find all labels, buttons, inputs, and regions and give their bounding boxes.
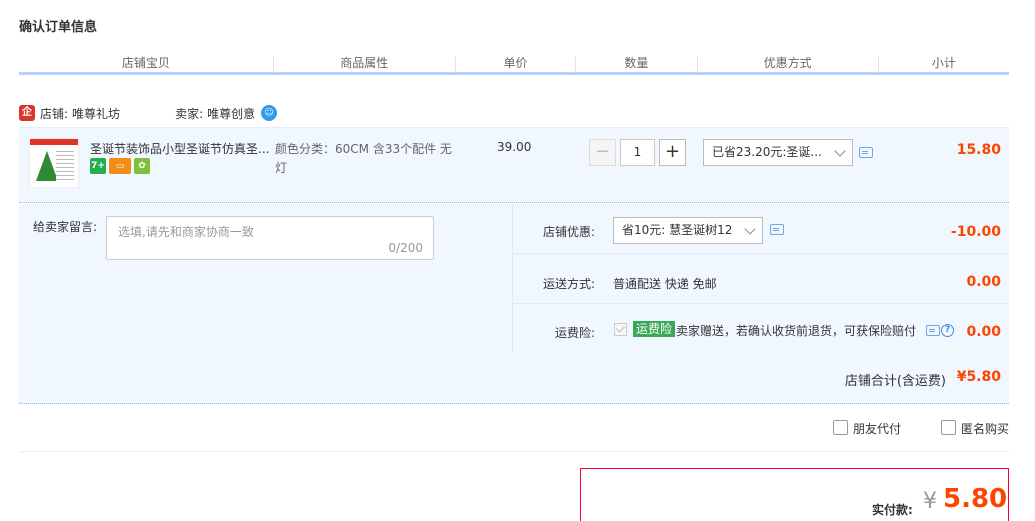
shop-total-label: 店铺合计(含运费) (844, 374, 946, 389)
anonymous-purchase-checkbox[interactable] (941, 420, 956, 435)
message-char-counter: 0/200 (388, 241, 423, 255)
shipping-row: 运送方式: 普通配送 快递 免邮 0.00 (513, 254, 1009, 304)
shipping-insurance-description: 卖家赠送，若确认收货前退货，可获保险赔付 (676, 324, 917, 338)
column-header-unit-price: 单价 (503, 56, 528, 70)
product-title-link[interactable]: 圣诞节装饰品小型圣诞节仿真圣... (90, 140, 270, 157)
order-extras-row: 朋友代付 匿名购买 (19, 405, 1009, 452)
comment-icon[interactable] (926, 325, 940, 336)
shipping-insurance-label: 运费险: (554, 326, 595, 340)
quantity-input[interactable]: 1 (620, 139, 655, 166)
consumer-protection-icon[interactable]: ✿ (134, 158, 150, 174)
unit-price: 39.00 (497, 140, 532, 154)
thumbnail-text-lines (56, 151, 74, 181)
shipping-insurance-fee: 0.00 (966, 324, 1001, 340)
order-table-header: 店铺宝贝 商品属性 单价 数量 优惠方式 小计 (19, 53, 1009, 75)
shop-coupon-select[interactable]: 省10元: 慧圣诞树12 (613, 217, 763, 244)
service-badges: 7+ ▭ ✿ (90, 158, 150, 174)
shipping-insurance-checkbox[interactable] (614, 323, 627, 336)
shipping-insurance-tag: 运费险 (633, 321, 676, 337)
payment-summary-box: 实付款: ¥ 5.80 (580, 468, 1009, 521)
actual-payment-label: 实付款: (872, 503, 913, 517)
promotion-select[interactable]: 已省23.20元:圣诞... (703, 139, 853, 166)
seller-message-label: 给卖家留言: (33, 220, 98, 234)
column-header-subtotal: 小计 (931, 56, 956, 70)
column-header-shop-item: 店铺宝贝 (121, 56, 170, 70)
item-subtotal: 15.80 (956, 142, 1001, 158)
shipping-insurance-row: 运费险: 运费险 卖家赠送，若确认收货前退货，可获保险赔付 ? 0.00 (513, 304, 1009, 352)
quantity-decrease-button[interactable]: − (589, 139, 616, 166)
shop-label: 店铺: (40, 106, 69, 121)
shop-coupon-label: 店铺优惠: (542, 225, 595, 239)
seller-message-placeholder: 选填,请先和商家协商一致 (118, 225, 254, 239)
page-title: 确认订单信息 (19, 20, 98, 35)
shipping-method: 普通配送 快递 免邮 (613, 277, 717, 291)
comment-icon[interactable] (770, 224, 784, 235)
seller-message-section: 给卖家留言: 选填,请先和商家协商一致 0/200 (19, 204, 513, 352)
shop-coupon-amount: -10.00 (950, 224, 1001, 240)
shop-name-link[interactable]: 唯尊礼坊 (72, 105, 120, 122)
anonymous-purchase-label[interactable]: 匿名购买 (961, 420, 1009, 437)
promotion-selected-value: 已省23.20元:圣诞... (712, 145, 822, 159)
christmas-tree-image (36, 151, 58, 181)
friend-pay-checkbox[interactable] (833, 420, 848, 435)
comment-icon[interactable] (859, 147, 873, 158)
seller-name-link[interactable]: 唯尊创意 (207, 105, 255, 122)
seller-label: 卖家: (175, 106, 204, 121)
chevron-down-icon (834, 145, 846, 157)
order-item-row: 圣诞节装饰品小型圣诞节仿真圣... 7+ ▭ ✿ 颜色分类：60CM 含33个配… (19, 127, 1009, 203)
wangwang-icon[interactable]: ☺ (261, 105, 278, 121)
shop-icon: 企 (19, 105, 35, 121)
product-attributes: 颜色分类：60CM 含33个配件 无灯 (275, 142, 452, 175)
shop-coupon-row: 店铺优惠: 省10元: 慧圣诞树12 -10.00 (513, 204, 1009, 254)
help-icon[interactable]: ? (941, 324, 954, 337)
actual-payment-amount: 5.80 (943, 484, 1008, 514)
column-header-quantity: 数量 (624, 56, 649, 70)
shop-total-row: 店铺合计(含运费) ¥5.80 (19, 352, 1009, 404)
order-options-panel: 给卖家留言: 选填,请先和商家协商一致 0/200 店铺优惠: 省10元: 慧圣… (19, 204, 1009, 352)
friend-pay-label[interactable]: 朋友代付 (853, 420, 901, 437)
shop-info: 企 店铺: 唯尊礼坊 卖家: 唯尊创意 ☺ (19, 103, 278, 123)
product-thumbnail[interactable] (29, 138, 79, 188)
shipping-label: 运送方式: (542, 277, 595, 291)
chevron-down-icon (744, 223, 756, 235)
column-header-discount: 优惠方式 (763, 56, 812, 70)
thumbnail-banner (30, 139, 78, 145)
column-header-attributes: 商品属性 (340, 56, 389, 70)
shipping-fee: 0.00 (966, 274, 1001, 290)
credit-card-icon[interactable]: ▭ (109, 158, 131, 174)
shop-total-amount: ¥5.80 (956, 369, 1001, 385)
shop-coupon-selected-value: 省10元: 慧圣诞树12 (622, 223, 733, 237)
quantity-stepper: − 1 + (589, 139, 686, 166)
seven-day-return-icon[interactable]: 7+ (90, 158, 106, 174)
currency-symbol: ¥ (923, 489, 937, 514)
quantity-increase-button[interactable]: + (659, 139, 686, 166)
seller-message-input[interactable]: 选填,请先和商家协商一致 0/200 (106, 216, 434, 260)
